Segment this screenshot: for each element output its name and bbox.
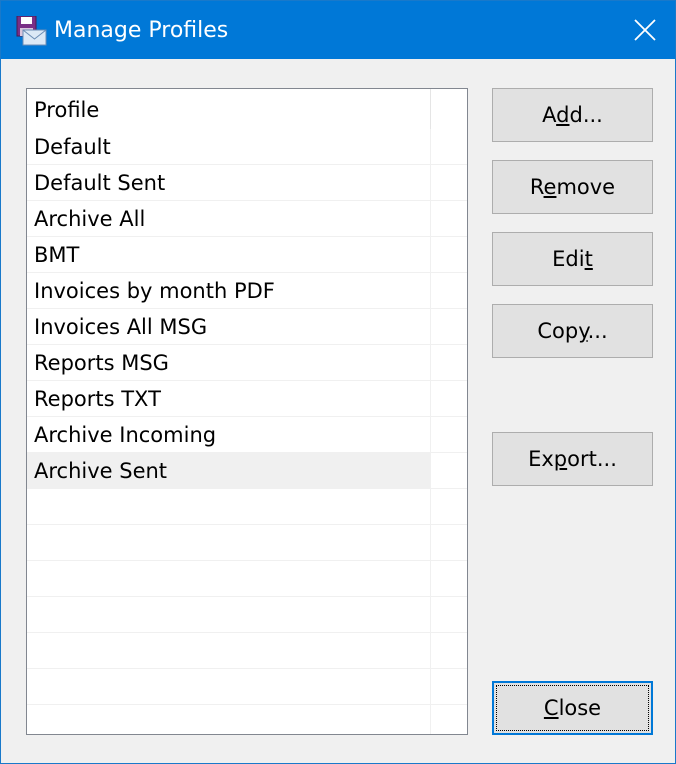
- edit-button[interactable]: Edit: [492, 232, 653, 286]
- header-divider: [430, 89, 431, 129]
- list-item[interactable]: Archive Sent: [27, 453, 467, 489]
- list-item-label: Archive Sent: [27, 453, 430, 488]
- list-item[interactable]: [27, 633, 467, 669]
- list-item-label: Default Sent: [34, 171, 166, 195]
- list-item[interactable]: Invoices by month PDF: [27, 273, 467, 309]
- list-item-label: Default: [34, 135, 111, 159]
- list-item[interactable]: Invoices All MSG: [27, 309, 467, 345]
- list-rows: Default Default Sent Archive All BMT Invoice…: [27, 129, 467, 734]
- list-item-label: [27, 561, 430, 596]
- list-item-label: [27, 669, 430, 704]
- list-item[interactable]: Reports MSG: [27, 345, 467, 381]
- list-item[interactable]: Default: [27, 129, 467, 165]
- list-item[interactable]: Archive All: [27, 201, 467, 237]
- column-header-profile[interactable]: Profile: [27, 89, 430, 129]
- remove-button[interactable]: Remove: [492, 160, 653, 214]
- list-item[interactable]: Archive Incoming: [27, 417, 467, 453]
- list-item[interactable]: Reports TXT: [27, 381, 467, 417]
- list-item-label: [27, 525, 430, 560]
- copy-button[interactable]: Copy...: [492, 304, 653, 358]
- list-item[interactable]: [27, 561, 467, 597]
- profile-list[interactable]: Profile Default Default Sent Archive All BM…: [26, 88, 468, 735]
- list-item-label: Reports MSG: [34, 351, 169, 375]
- list-item[interactable]: [27, 597, 467, 633]
- list-item-label: Archive All: [34, 207, 146, 231]
- list-item-label: Archive Incoming: [34, 423, 217, 447]
- list-item[interactable]: [27, 489, 467, 525]
- list-item-label: Invoices All MSG: [34, 315, 208, 339]
- close-button[interactable]: Close: [492, 681, 653, 735]
- list-item[interactable]: [27, 669, 467, 705]
- list-item-label: BMT: [34, 243, 80, 267]
- list-item-label: Invoices by month PDF: [34, 279, 275, 303]
- column-gridline: [430, 129, 431, 734]
- list-item[interactable]: [27, 705, 467, 734]
- export-button[interactable]: Export...: [492, 432, 653, 486]
- list-item-label: [27, 489, 430, 524]
- list-item-label: Reports TXT: [34, 387, 161, 411]
- list-item[interactable]: [27, 525, 467, 561]
- list-item[interactable]: Default Sent: [27, 165, 467, 201]
- list-item-label: [27, 705, 430, 734]
- title-bar[interactable]: Manage Profiles: [1, 1, 675, 59]
- mail-disk-icon: [15, 15, 47, 46]
- add-button[interactable]: Add...: [492, 88, 653, 142]
- list-item-label: [27, 633, 430, 668]
- window-title: Manage Profiles: [54, 18, 229, 43]
- manage-profiles-dialog: Manage Profiles Profile Default Default S…: [0, 0, 676, 764]
- list-item[interactable]: BMT: [27, 237, 467, 273]
- list-item-label: [27, 597, 430, 632]
- list-header[interactable]: Profile: [27, 89, 467, 129]
- close-icon[interactable]: [615, 1, 675, 59]
